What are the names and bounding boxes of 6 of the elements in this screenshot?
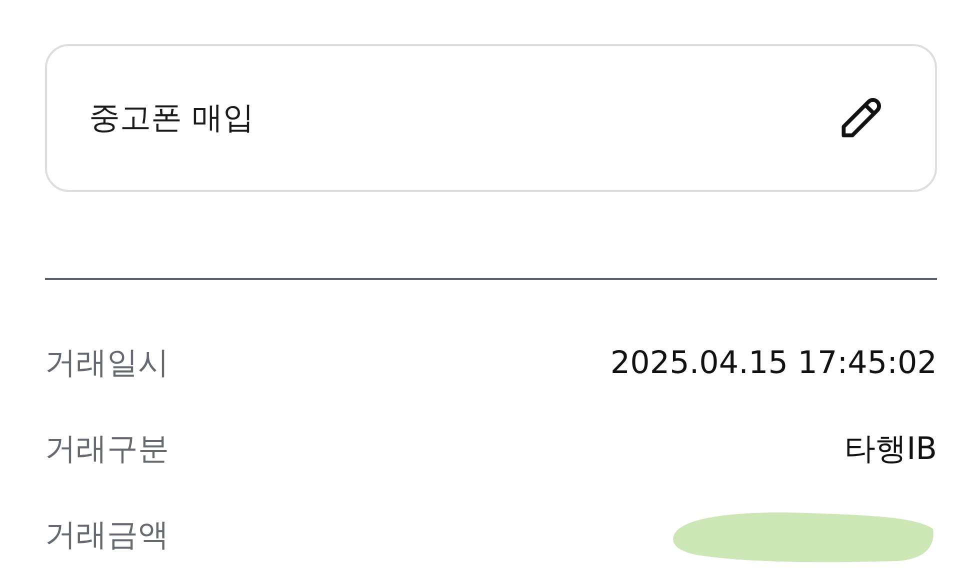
detail-label: 거래금액 — [45, 516, 169, 555]
detail-label: 거래구분 — [45, 430, 169, 469]
detail-value: 타행IB — [844, 430, 937, 469]
memo-title: 중고폰 매입 — [89, 99, 254, 138]
detail-value: 2025.04.15 17:45:02 — [610, 345, 937, 381]
detail-label: 거래일시 — [45, 344, 169, 383]
